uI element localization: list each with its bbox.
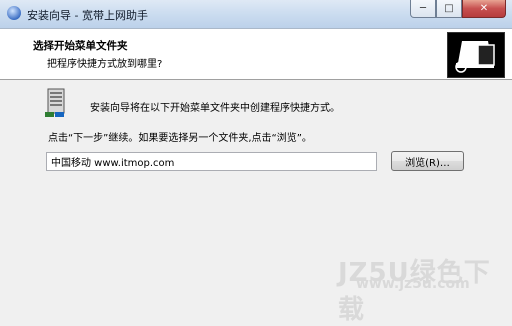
- app-icon: [7, 6, 21, 20]
- instruction-text: 点击“下一步”继续。如果要选择另一个文件夹,点击“浏览”。: [48, 133, 312, 144]
- title-bar: 安装向导 - 宽带上网助手 ─ □ ✕: [0, 0, 512, 29]
- minimize-button[interactable]: ─: [410, 0, 436, 18]
- window-controls: ─ □ ✕: [410, 0, 506, 18]
- installer-computer-icon: [447, 32, 505, 78]
- description-text: 安装向导将在以下开始菜单文件夹中创建程序快捷方式。: [90, 103, 340, 114]
- start-menu-folder-icon: [45, 88, 67, 118]
- page-title: 选择开始菜单文件夹: [33, 40, 128, 52]
- maximize-button[interactable]: □: [436, 0, 462, 18]
- window-title: 安装向导 - 宽带上网助手: [27, 9, 148, 22]
- page-subtitle: 把程序快捷方式放到哪里?: [47, 59, 163, 70]
- browse-button[interactable]: 浏览(R)…: [391, 151, 464, 171]
- watermark-url: www.jz5u.com: [356, 276, 470, 292]
- start-menu-folder-input[interactable]: [46, 152, 377, 171]
- close-button[interactable]: ✕: [462, 0, 506, 18]
- wizard-header: 选择开始菜单文件夹 把程序快捷方式放到哪里?: [0, 29, 512, 80]
